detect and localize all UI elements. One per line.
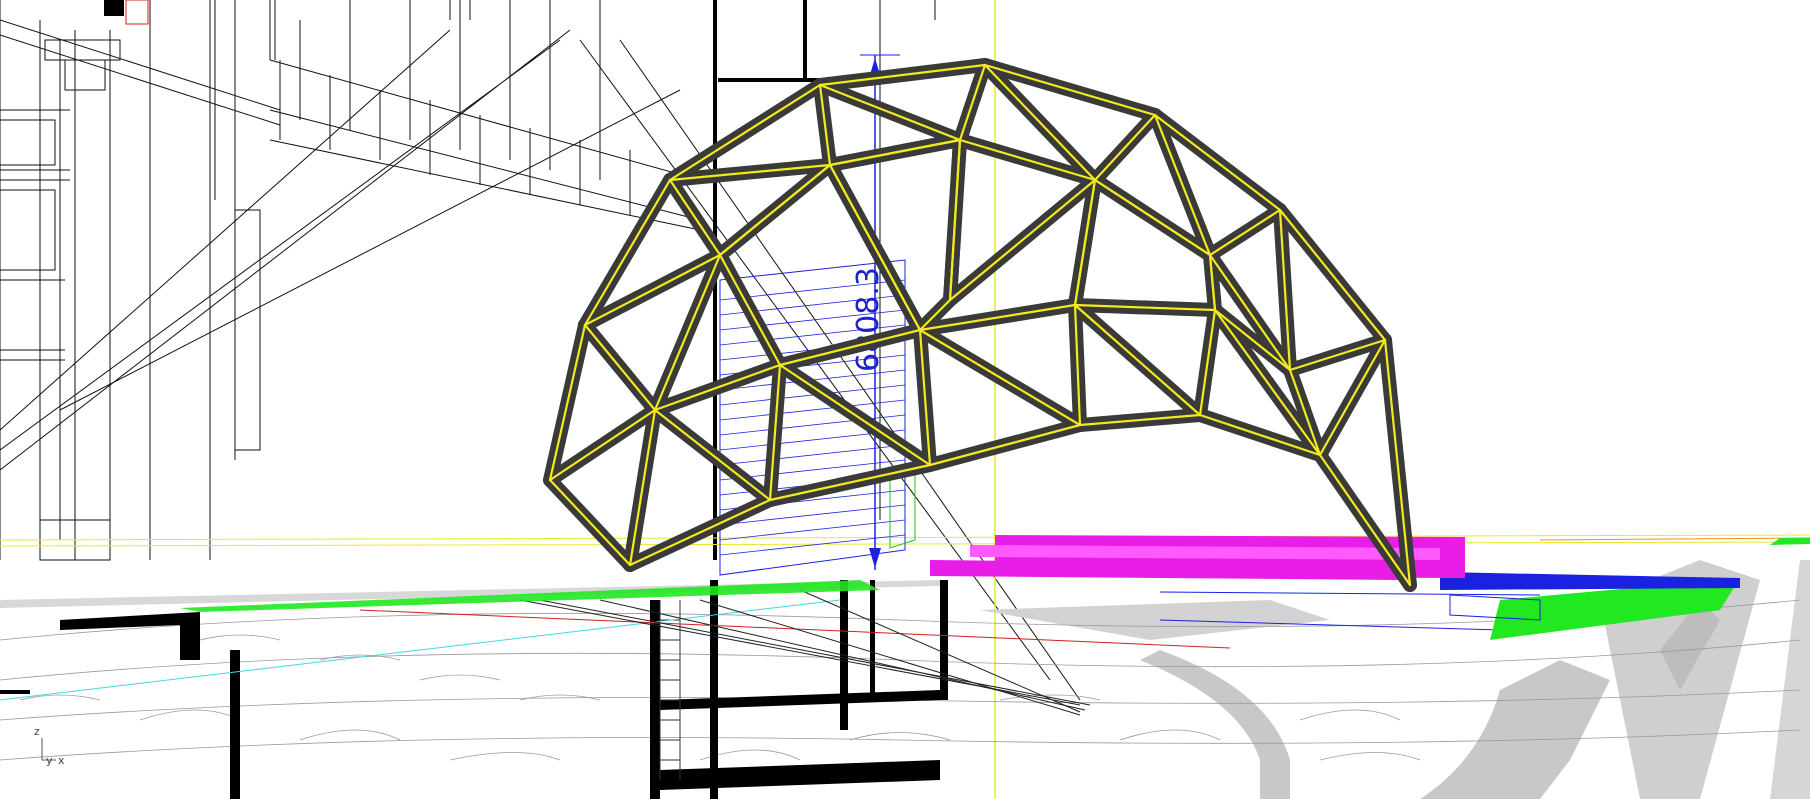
viewport-canvas[interactable]: 6808.3 z y x (0, 0, 1810, 799)
geodesic-dome[interactable] (543, 58, 1417, 592)
axis-x-label: x (58, 754, 65, 767)
roof-marker-icon (104, 0, 124, 16)
green-hatch-edge (1770, 538, 1810, 545)
ground-floor-slab (0, 580, 948, 799)
axis-z-label: z (34, 725, 40, 738)
roof-marker-outline (125, 0, 149, 25)
world-axes-icon: z y x (34, 725, 65, 767)
dome-struts (543, 58, 1417, 592)
dimension-label: 6808.3 (851, 267, 886, 372)
3d-viewport[interactable]: 6808.3 z y x (0, 0, 1810, 799)
axis-y-label: y (46, 754, 53, 767)
